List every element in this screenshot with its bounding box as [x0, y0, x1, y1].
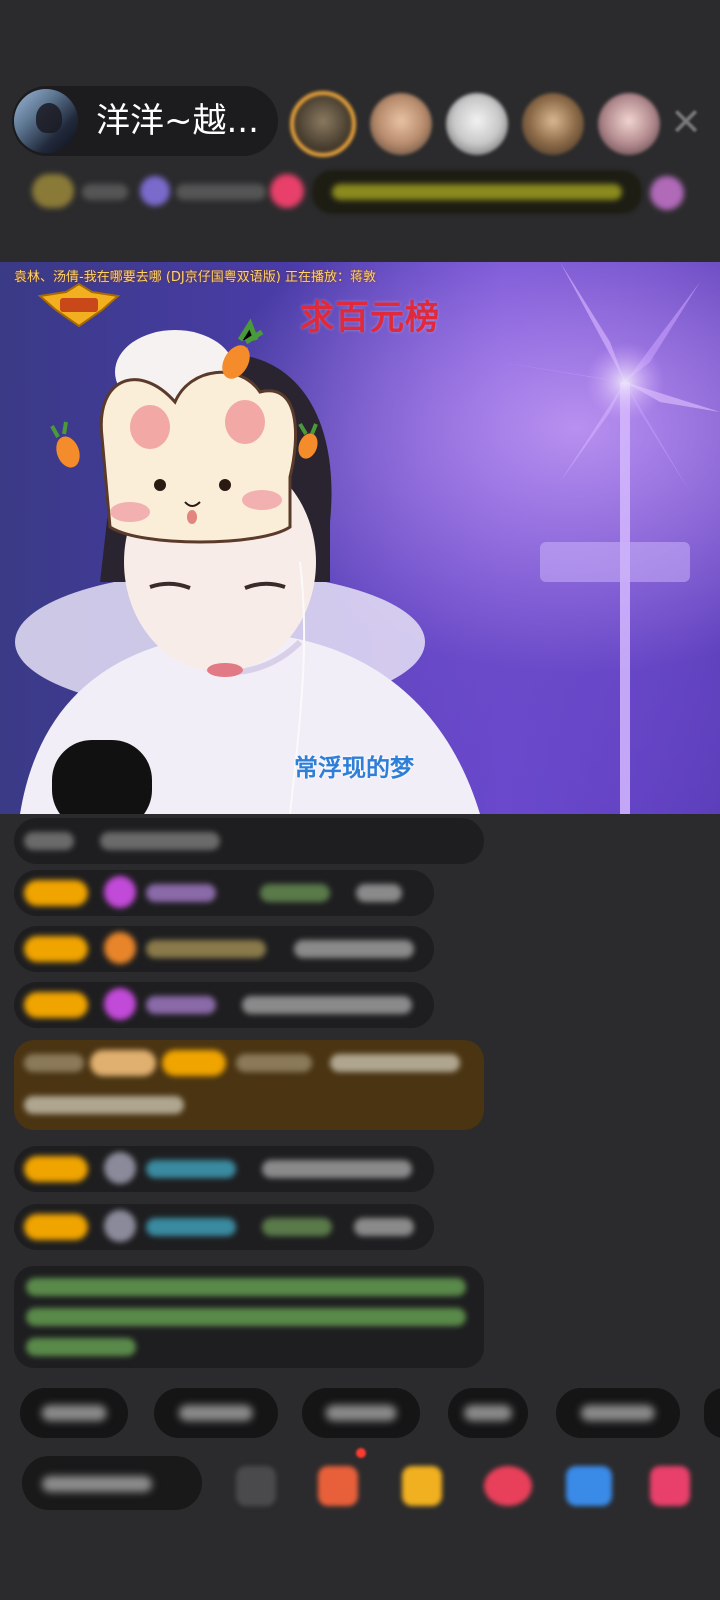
viewer-avatar[interactable] [598, 93, 660, 155]
status-text-blur [82, 184, 128, 200]
chat-message[interactable] [14, 1146, 434, 1192]
fries-gift-icon[interactable] [402, 1466, 442, 1506]
viewer-avatar[interactable] [370, 93, 432, 155]
notice-text-blur [332, 184, 622, 200]
chat-message[interactable] [14, 1204, 434, 1250]
emoji-icon[interactable] [236, 1466, 276, 1506]
viewer-avatar[interactable] [522, 93, 584, 155]
gift-icon[interactable] [650, 1466, 690, 1506]
level-badge [162, 1050, 226, 1076]
top-viewers-list [290, 86, 674, 162]
user-avatar [104, 1210, 136, 1242]
video-scene [15, 262, 720, 814]
rank-badge-icon[interactable] [32, 174, 74, 208]
gem-icon [104, 988, 136, 1020]
host-info-chip[interactable]: 洋洋~越... [12, 86, 278, 156]
system-notice-message [14, 1266, 484, 1368]
quick-reply-chip[interactable] [302, 1388, 420, 1438]
chat-message[interactable] [14, 818, 484, 864]
bunny-sticker [99, 330, 298, 544]
heart-gift-icon[interactable] [484, 1466, 532, 1506]
status-text-blur [176, 184, 266, 200]
quick-reply-chip[interactable] [20, 1388, 128, 1438]
quick-reply-chip[interactable] [154, 1388, 278, 1438]
quick-reply-chip[interactable] [448, 1388, 528, 1438]
lyric-subtitle: 常浮现的梦 [294, 754, 414, 782]
live-stream-room: 洋洋~越... ✕ 袁林、汤倩-我在哪要去哪 (DJ京仔国粤双语版) 正在播放：… [0, 0, 720, 1600]
close-icon[interactable]: ✕ [664, 100, 708, 144]
host-name: 洋洋~越... [96, 101, 259, 141]
chat-message[interactable] [14, 870, 434, 916]
level-badge [24, 880, 88, 906]
viewer-avatar[interactable] [446, 93, 508, 155]
chat-message[interactable] [14, 982, 434, 1028]
live-video[interactable]: 袁林、汤倩-我在哪要去哪 (DJ京仔国粤双语版) 正在播放：蒋敦 求百元榜 常浮… [0, 262, 720, 814]
notification-dot [356, 1448, 366, 1458]
promo-overlay-text: 求百元榜 [300, 298, 440, 338]
viewer-avatar[interactable] [290, 91, 356, 157]
level-badge [24, 936, 88, 962]
follow-icon[interactable] [270, 174, 304, 208]
gift-box-icon[interactable] [318, 1466, 358, 1506]
medal-icon [104, 932, 136, 964]
windmill-lamp [500, 262, 720, 814]
hot-icon[interactable] [140, 176, 170, 206]
quick-reply-chip[interactable] [556, 1388, 680, 1438]
carrot-sticker [50, 421, 80, 468]
activity-icon[interactable] [650, 176, 684, 210]
highlight-chat-message[interactable] [14, 1040, 484, 1130]
game-controller-icon[interactable] [566, 1466, 612, 1506]
level-badge [24, 1156, 88, 1182]
rank-wing-badge-icon [37, 282, 121, 328]
room-status-row [20, 170, 700, 218]
user-avatar [104, 1152, 136, 1184]
comment-input[interactable] [22, 1456, 202, 1510]
host-avatar[interactable] [14, 89, 78, 153]
chat-message[interactable] [14, 926, 434, 972]
quick-reply-chip[interactable] [704, 1388, 720, 1438]
level-badge [24, 992, 88, 1018]
level-badge [24, 1214, 88, 1240]
gem-icon [104, 876, 136, 908]
